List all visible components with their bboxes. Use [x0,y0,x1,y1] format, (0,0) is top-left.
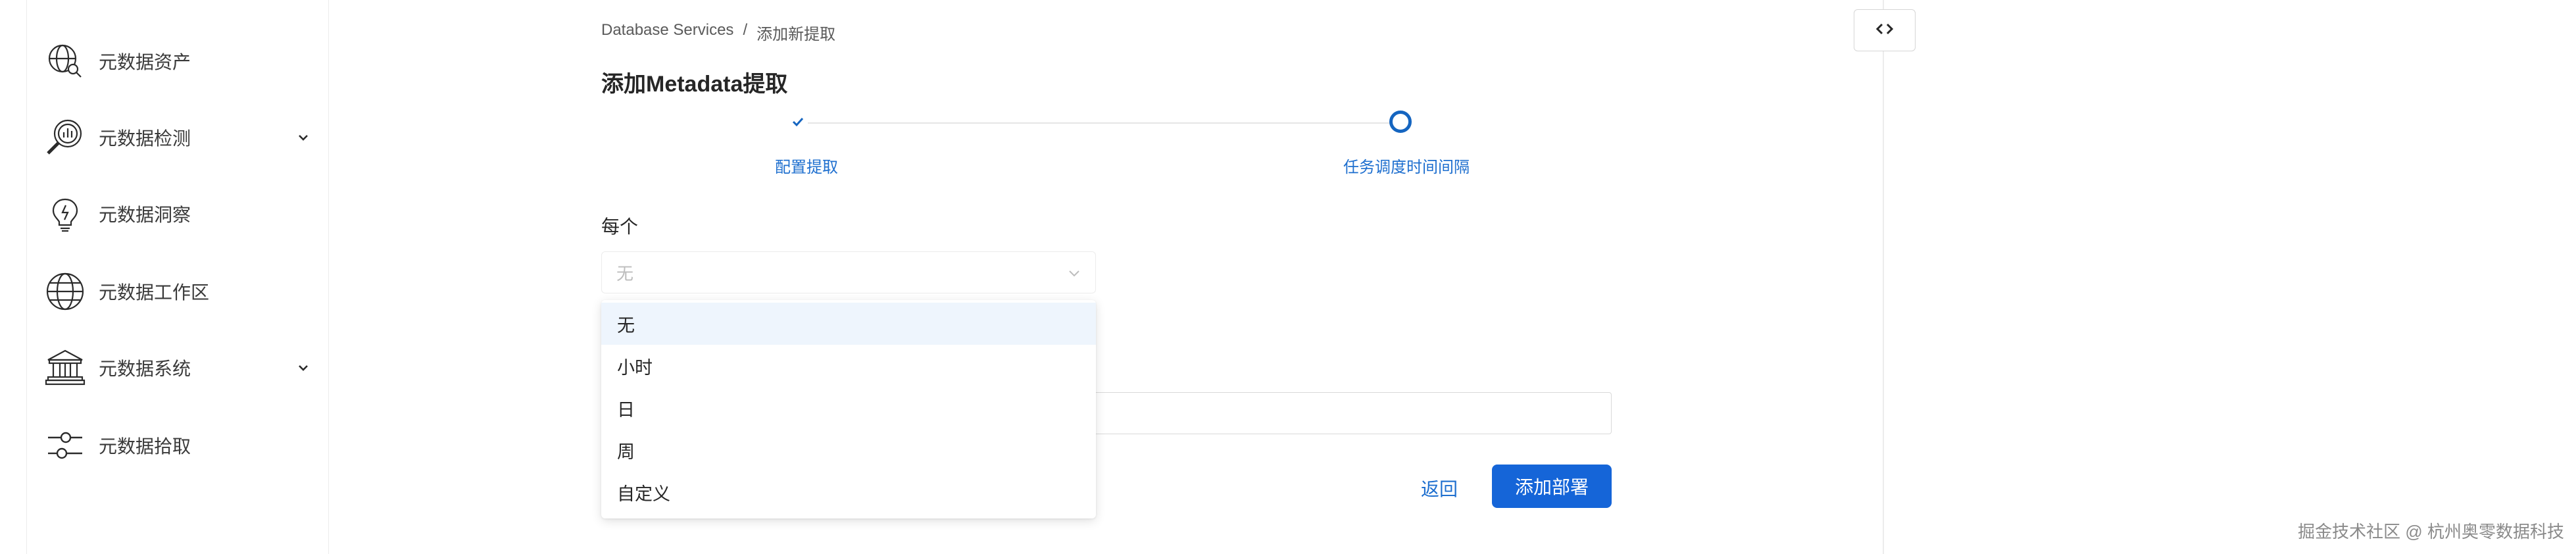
sidebar-item-label: 元数据工作区 [99,282,210,303]
option-hour[interactable]: 小时 [601,345,1096,387]
chevron-down-icon[interactable] [293,128,313,147]
sidebar-item-label: 元数据资产 [99,52,191,72]
sidebar-item-insights[interactable]: 元数据洞察 [43,191,320,237]
panel-divider [1883,0,1884,554]
sidebar-item-label: 元数据系统 [99,359,191,379]
breadcrumb-separator: / [743,21,748,39]
lightbulb-icon [43,192,87,236]
sliders-icon [43,424,87,467]
code-brackets-icon [1875,22,1895,39]
step-current-indicator [1389,111,1412,133]
sidebar-item-label: 元数据检测 [99,128,191,149]
frequency-select-value: 无 [616,263,634,284]
check-icon [791,114,805,132]
sidebar: 元数据资产 元数据检测 元数据洞察 元数据工作区 元数据系统 元数据拾取 [26,0,329,554]
breadcrumb: Database Services / 添加新提取 [601,21,835,44]
step-label-configure[interactable]: 配置提取 [775,154,838,177]
watermark: 掘金技术社区 @ 杭州奥零数据科技 [2298,522,2564,541]
page-title: 添加Metadata提取 [601,72,788,97]
globe-search-icon [43,39,87,83]
step-label-schedule[interactable]: 任务调度时间间隔 [1343,154,1470,177]
option-day[interactable]: 日 [601,387,1096,429]
frequency-dropdown: 无 小时 日 周 自定义 [601,300,1096,518]
back-button[interactable]: 返回 [1421,475,1458,501]
breadcrumb-root-link[interactable]: Database Services [601,21,733,44]
bank-icon [43,346,87,390]
sidebar-item-assets[interactable]: 元数据资产 [43,38,320,84]
globe-icon [43,270,87,313]
sidebar-item-detection[interactable]: 元数据检测 [43,114,320,161]
chevron-down-icon[interactable] [293,358,313,378]
sidebar-item-ingestion[interactable]: 元数据拾取 [43,422,320,468]
schedule-input[interactable] [1085,392,1612,434]
chevron-down-icon [1066,265,1082,281]
sidebar-item-label: 元数据洞察 [99,205,191,225]
magnifier-chart-icon [43,116,87,159]
sidebar-item-workspace[interactable]: 元数据工作区 [43,268,320,315]
sidebar-item-label: 元数据拾取 [99,436,191,457]
code-view-toggle-button[interactable] [1854,9,1916,51]
frequency-select[interactable]: 无 [601,251,1096,293]
every-label: 每个 [601,216,639,237]
step-done-indicator [788,113,808,133]
add-deployment-button[interactable]: 添加部署 [1492,465,1612,508]
stepper-track [799,122,1400,124]
option-week[interactable]: 周 [601,429,1096,471]
app-window: 元数据资产 元数据检测 元数据洞察 元数据工作区 元数据系统 元数据拾取 Dat… [0,0,2576,554]
breadcrumb-current: 添加新提取 [756,26,836,43]
option-none[interactable]: 无 [601,303,1096,345]
option-custom[interactable]: 自定义 [601,471,1096,513]
sidebar-item-system[interactable]: 元数据系统 [43,345,320,391]
